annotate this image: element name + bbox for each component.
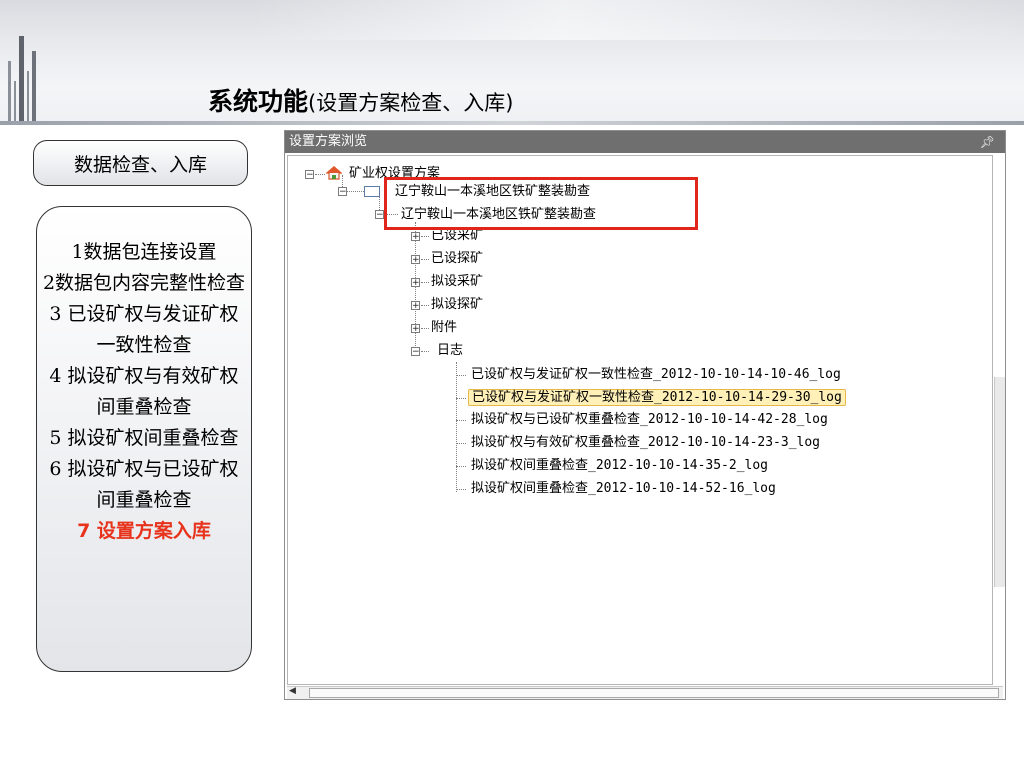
step-item: 6 拟设矿权与已设矿权间重叠检查 <box>49 458 239 511</box>
tree-connector <box>456 375 466 376</box>
tree-node-label: 已设矿权与发证矿权一致性检查_2012-10-10-14-29-30_log <box>468 389 846 406</box>
tree-node-label: 矿业权设置方案 <box>349 166 441 181</box>
tree-connector <box>456 489 466 490</box>
decorative-bar <box>19 36 24 121</box>
page-title-main: 系统功能 <box>208 87 309 116</box>
page-title: 系统功能(设置方案检查、入库) <box>208 82 513 118</box>
tree-node-label: 拟设矿权间重叠检查_2012-10-10-14-52-16_log <box>471 481 776 496</box>
tree-node-log[interactable]: 拟设矿权间重叠检查_2012-10-10-14-35-2_log <box>468 455 771 477</box>
header-sheen <box>250 0 1024 40</box>
scroll-left-icon[interactable]: ◀ <box>289 686 296 696</box>
tree-node-category[interactable]: 附件 <box>428 317 460 339</box>
scrollbar-thumb[interactable] <box>309 688 999 698</box>
tree-node-label: 已设探矿 <box>431 251 484 266</box>
tree-view[interactable]: − 矿业权设置方案 − 辽宁鞍山一本溪地区铁矿整装勘查 − 辽宁鞍山一本溪地区铁… <box>287 155 993 685</box>
decorative-bar <box>27 71 29 121</box>
tree-connector <box>421 351 429 352</box>
panel-title: 设置方案浏览 <box>289 134 368 149</box>
pin-icon[interactable]: 📌︎ <box>980 131 995 153</box>
tree-connector <box>456 362 457 492</box>
tree-node-log-folder[interactable]: 日志 <box>434 340 466 362</box>
collapse-toggle[interactable]: − <box>305 170 314 180</box>
expand-toggle[interactable]: + <box>411 255 420 265</box>
tree-node-label: 已设矿权与发证矿权一致性检查_2012-10-10-14-10-46_log <box>471 367 841 382</box>
tree-node-label: 已设采矿 <box>431 228 484 243</box>
tree-connector <box>456 420 466 421</box>
tree-node-label: 辽宁鞍山一本溪地区铁矿整装勘查 <box>395 184 591 199</box>
step-item: 1数据包连接设置 <box>71 241 217 263</box>
tree-node-label: 拟设探矿 <box>431 297 484 312</box>
panel-header: 设置方案浏览 📌︎ <box>285 131 1005 153</box>
tree-connector <box>456 466 466 467</box>
tree-node-log[interactable]: 拟设矿权间重叠检查_2012-10-10-14-52-16_log <box>468 478 779 500</box>
tree-node-label: 拟设矿权与有效矿权重叠检查_2012-10-10-14-23-3_log <box>471 435 821 450</box>
tree-node-label: 附件 <box>431 320 458 335</box>
tree-node-label: 辽宁鞍山一本溪地区铁矿整装勘查 <box>401 207 597 222</box>
plan-icon <box>364 186 380 197</box>
tree-node-log[interactable]: 已设矿权与发证矿权一致性检查_2012-10-10-14-10-46_log <box>468 364 844 386</box>
collapse-toggle[interactable]: − <box>338 187 347 197</box>
tree-node-label: 拟设矿权与已设矿权重叠检查_2012-10-10-14-42-28_log <box>471 412 828 427</box>
tree-connector <box>315 174 325 175</box>
steps-list: 1数据包连接设置 2数据包内容完整性检查 3 已设矿权与发证矿权一致性检查 4 … <box>36 206 252 672</box>
tree-node-label: 拟设采矿 <box>431 274 484 289</box>
decorative-bar <box>14 81 16 121</box>
decorative-bar <box>8 61 11 121</box>
tree-connector <box>456 443 466 444</box>
step-item: 5 拟设矿权间重叠检查 <box>49 427 239 449</box>
expand-toggle[interactable]: + <box>411 232 420 242</box>
section-tag: 数据检查、入库 <box>33 140 248 186</box>
horizontal-scrollbar[interactable]: ◀ <box>287 686 1003 699</box>
tree-node-log-selected[interactable]: 已设矿权与发证矿权一致性检查_2012-10-10-14-29-30_log <box>468 387 846 409</box>
tree-connector <box>456 398 466 399</box>
step-item-active: 7 设置方案入库 <box>77 520 211 542</box>
step-item: 4 拟设矿权与有效矿权间重叠检查 <box>49 365 239 418</box>
decorative-bar <box>32 51 36 121</box>
header-divider <box>0 121 1024 125</box>
tree-node-plan[interactable]: 辽宁鞍山一本溪地区铁矿整装勘查 <box>398 204 599 226</box>
vertical-scrollbar[interactable] <box>994 377 1005 587</box>
collapse-toggle[interactable]: − <box>411 347 420 357</box>
home-icon <box>326 166 342 180</box>
step-item: 2数据包内容完整性检查 <box>42 272 246 294</box>
tree-node-category[interactable]: 拟设采矿 <box>428 271 486 293</box>
tree-node-plan[interactable]: 辽宁鞍山一本溪地区铁矿整装勘查 <box>392 181 593 203</box>
page-title-sub: (设置方案检查、入库) <box>308 91 514 115</box>
tree-node-log[interactable]: 拟设矿权与有效矿权重叠检查_2012-10-10-14-23-3_log <box>468 432 823 454</box>
tree-node-label: 日志 <box>437 343 464 358</box>
tree-connector <box>384 214 398 215</box>
expand-toggle[interactable]: + <box>411 324 420 334</box>
tree-node-category[interactable]: 拟设探矿 <box>428 294 486 316</box>
expand-toggle[interactable]: + <box>411 301 420 311</box>
expand-toggle[interactable]: + <box>411 278 420 288</box>
tree-node-log[interactable]: 拟设矿权与已设矿权重叠检查_2012-10-10-14-42-28_log <box>468 409 831 431</box>
step-item: 3 已设矿权与发证矿权一致性检查 <box>49 303 239 356</box>
tree-node-category[interactable]: 已设探矿 <box>428 248 486 270</box>
plan-browser-panel: 设置方案浏览 📌︎ − 矿业权设置方案 − 辽宁鞍山一本溪地区铁矿整装勘查 − … <box>284 130 1006 700</box>
tree-node-label: 拟设矿权间重叠检查_2012-10-10-14-35-2_log <box>471 458 769 473</box>
tree-node-category[interactable]: 已设采矿 <box>428 225 486 247</box>
collapse-toggle[interactable]: − <box>375 210 384 220</box>
